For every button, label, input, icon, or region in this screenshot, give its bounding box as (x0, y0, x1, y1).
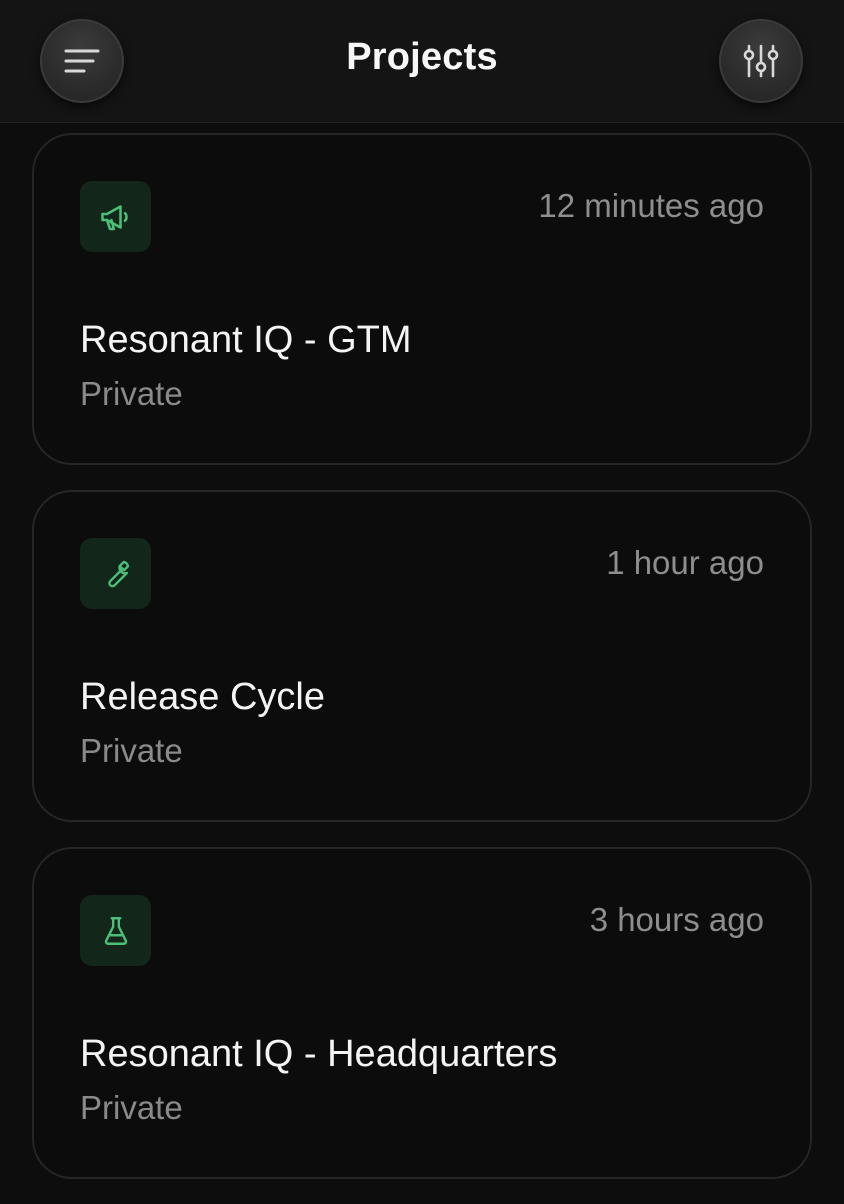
sliders-icon (743, 44, 779, 78)
project-card[interactable]: 1 hour ago Release Cycle Private (32, 490, 812, 822)
project-name: Resonant IQ - Headquarters (80, 1033, 558, 1075)
project-visibility: Private (80, 732, 183, 769)
updated-time: 3 hours ago (589, 901, 764, 938)
megaphone-icon (100, 204, 128, 230)
project-visibility: Private (80, 375, 183, 412)
project-icon-tile (80, 895, 151, 966)
project-name: Release Cycle (80, 676, 325, 718)
project-name: Resonant IQ - GTM (80, 319, 412, 361)
wrench-icon (107, 560, 129, 587)
project-card[interactable]: 3 hours ago Resonant IQ - Headquarters P… (32, 847, 812, 1179)
updated-time: 12 minutes ago (538, 187, 764, 224)
project-icon-tile (80, 181, 151, 252)
filter-button[interactable] (719, 19, 803, 103)
updated-time: 1 hour ago (606, 544, 764, 581)
flask-icon (104, 916, 127, 945)
page-title: Projects (346, 36, 498, 78)
project-visibility: Private (80, 1089, 183, 1126)
top-bar: Projects (0, 0, 844, 123)
project-list: 12 minutes ago Resonant IQ - GTM Private… (32, 133, 812, 1204)
project-icon-tile (80, 538, 151, 609)
project-card[interactable]: 12 minutes ago Resonant IQ - GTM Private (32, 133, 812, 465)
